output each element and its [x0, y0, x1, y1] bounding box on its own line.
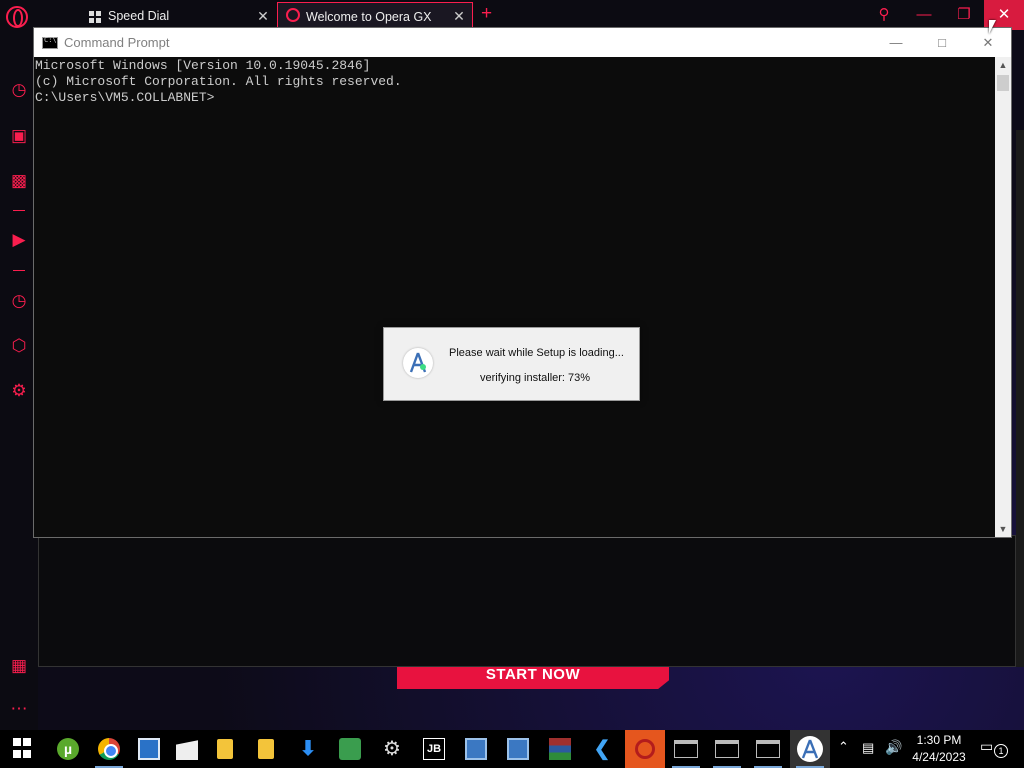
utorrent-icon: µ [57, 738, 79, 760]
system-clock[interactable]: 1:30 PM 4/24/2023 [906, 732, 972, 766]
page-scrollbar[interactable] [1016, 130, 1024, 667]
taskbar: µ ⬇ ⚙ JB ❮ ⌃ ▤ 🔊 1:30 PM 4/24/2023 ▭ 1 [0, 730, 1024, 768]
taskbar-this-pc-2[interactable] [498, 730, 538, 768]
chrome-icon [98, 738, 120, 760]
setup-loading-dialog: Please wait while Setup is loading... ve… [383, 327, 640, 401]
terminal-icon [715, 740, 739, 758]
computer-icon [507, 738, 529, 760]
gear-icon: ⚙ [383, 738, 401, 760]
page-dark-panel [38, 535, 1016, 667]
setup-message: Please wait while Setup is loading... [449, 347, 624, 359]
taskbar-settings[interactable]: ⚙ [372, 730, 412, 768]
gallery-icon[interactable]: ▦ [8, 655, 30, 677]
notification-badge: 1 [994, 744, 1008, 758]
tab-title: Speed Dial [108, 9, 170, 23]
volume-icon[interactable]: 🔊 [885, 739, 902, 756]
clock-date: 4/24/2023 [912, 750, 966, 764]
taskbar-file-explorer[interactable] [205, 730, 245, 768]
scroll-up-icon[interactable]: ▲ [995, 57, 1011, 73]
flutter-icon: ❮ [593, 738, 611, 760]
taskbar-terminal-3[interactable] [748, 730, 788, 768]
taskbar-utorrent[interactable]: µ [48, 730, 88, 768]
file-icon [217, 739, 233, 759]
clock-time: 1:30 PM [916, 733, 962, 747]
taskbar-clapper[interactable] [167, 730, 207, 768]
restore-button[interactable]: ❐ [952, 0, 976, 30]
player-icon[interactable]: ▶ [8, 229, 30, 251]
terminal-icon [756, 740, 780, 758]
message-icon: ▭ [980, 738, 994, 754]
gx-control-icon[interactable]: ▩ [8, 170, 30, 192]
cmd-scrollbar[interactable]: ▲ ▼ [995, 57, 1011, 537]
settings-icon[interactable]: ⚙ [8, 380, 30, 402]
jetbrains-icon: JB [423, 738, 445, 760]
notification-center-button[interactable]: ▭ 1 [980, 738, 1008, 760]
chevron-up-icon[interactable]: ⌃ [838, 739, 849, 755]
speedometer-icon[interactable]: ◷ [8, 79, 30, 101]
cmd-console[interactable]: Microsoft Windows [Version 10.0.19045.28… [34, 57, 994, 537]
taskbar-jetbrains[interactable]: JB [414, 730, 454, 768]
taskbar-app-box[interactable] [129, 730, 169, 768]
tab-welcome[interactable]: Welcome to Opera GX ✕ [277, 2, 473, 30]
cube-icon[interactable]: ⬡ [8, 335, 30, 357]
windows-logo-icon [13, 738, 35, 760]
opera-icon [635, 739, 655, 759]
download-arrow-icon: ⬇ [299, 738, 317, 760]
cmd-close-button[interactable]: ✕ [965, 35, 1011, 51]
taskbar-this-pc[interactable] [456, 730, 496, 768]
taskbar-android-studio[interactable] [790, 730, 830, 768]
cmd-titlebar[interactable]: Command Prompt — □ ✕ [34, 28, 1011, 57]
computer-icon [465, 738, 487, 760]
taskbar-notes[interactable] [246, 730, 286, 768]
setup-status: verifying installer: 73% [480, 372, 591, 384]
taskbar-chrome[interactable] [89, 730, 129, 768]
grid-icon [86, 9, 104, 23]
cmd-title: Command Prompt [64, 35, 170, 50]
search-icon[interactable]: ⚲ [872, 0, 896, 30]
terminal-icon [674, 740, 698, 758]
console-prompt: C:\Users\VM5.COLLABNET> [35, 90, 215, 105]
cmd-minimize-button[interactable]: — [873, 35, 919, 50]
sidebar-divider [13, 270, 25, 271]
android-studio-icon [797, 736, 823, 762]
taskbar-opera-gx[interactable] [625, 730, 665, 768]
opera-gx-logo-icon[interactable] [6, 6, 28, 28]
winrar-icon [549, 738, 571, 760]
notes-icon [258, 739, 274, 759]
taskbar-downloader[interactable]: ⬇ [288, 730, 328, 768]
history-icon[interactable]: ◷ [8, 290, 30, 312]
taskbar-terminal-2[interactable] [707, 730, 747, 768]
minimize-button[interactable]: — [912, 0, 936, 30]
close-tab-icon[interactable]: ✕ [254, 8, 272, 25]
tab-speed-dial[interactable]: Speed Dial ✕ [80, 2, 276, 30]
browser-tab-bar: Speed Dial ✕ Welcome to Opera GX ✕ + ⚲ —… [0, 0, 1024, 30]
mouse-cursor-icon [989, 20, 996, 34]
sidebar-divider [13, 210, 25, 211]
tab-title: Welcome to Opera GX [306, 9, 432, 24]
opera-icon [284, 8, 302, 25]
shopping-icon[interactable]: ▣ [8, 125, 30, 147]
taskbar-spreadsheet[interactable] [330, 730, 370, 768]
spreadsheet-icon [339, 738, 361, 760]
console-line: (c) Microsoft Corporation. All rights re… [35, 74, 402, 89]
taskbar-winrar[interactable] [540, 730, 580, 768]
scroll-down-icon[interactable]: ▼ [995, 521, 1011, 537]
cmd-icon [42, 36, 58, 49]
start-now-button[interactable]: START NOW [397, 667, 669, 689]
app-box-icon [138, 738, 160, 760]
network-icon[interactable]: ▤ [862, 740, 874, 756]
more-icon[interactable]: ⋯ [8, 698, 30, 720]
close-tab-icon[interactable]: ✕ [450, 8, 468, 25]
command-prompt-window[interactable]: Command Prompt — □ ✕ Microsoft Windows [… [33, 27, 1012, 538]
clapper-icon [176, 740, 198, 760]
taskbar-terminal-1[interactable] [666, 730, 706, 768]
scroll-thumb[interactable] [997, 75, 1009, 91]
taskbar-flutter[interactable]: ❮ [582, 730, 622, 768]
start-button[interactable] [4, 730, 44, 768]
new-tab-button[interactable]: + [481, 3, 492, 25]
cmd-maximize-button[interactable]: □ [919, 35, 965, 50]
console-line: Microsoft Windows [Version 10.0.19045.28… [35, 58, 371, 73]
android-studio-icon [403, 348, 433, 378]
